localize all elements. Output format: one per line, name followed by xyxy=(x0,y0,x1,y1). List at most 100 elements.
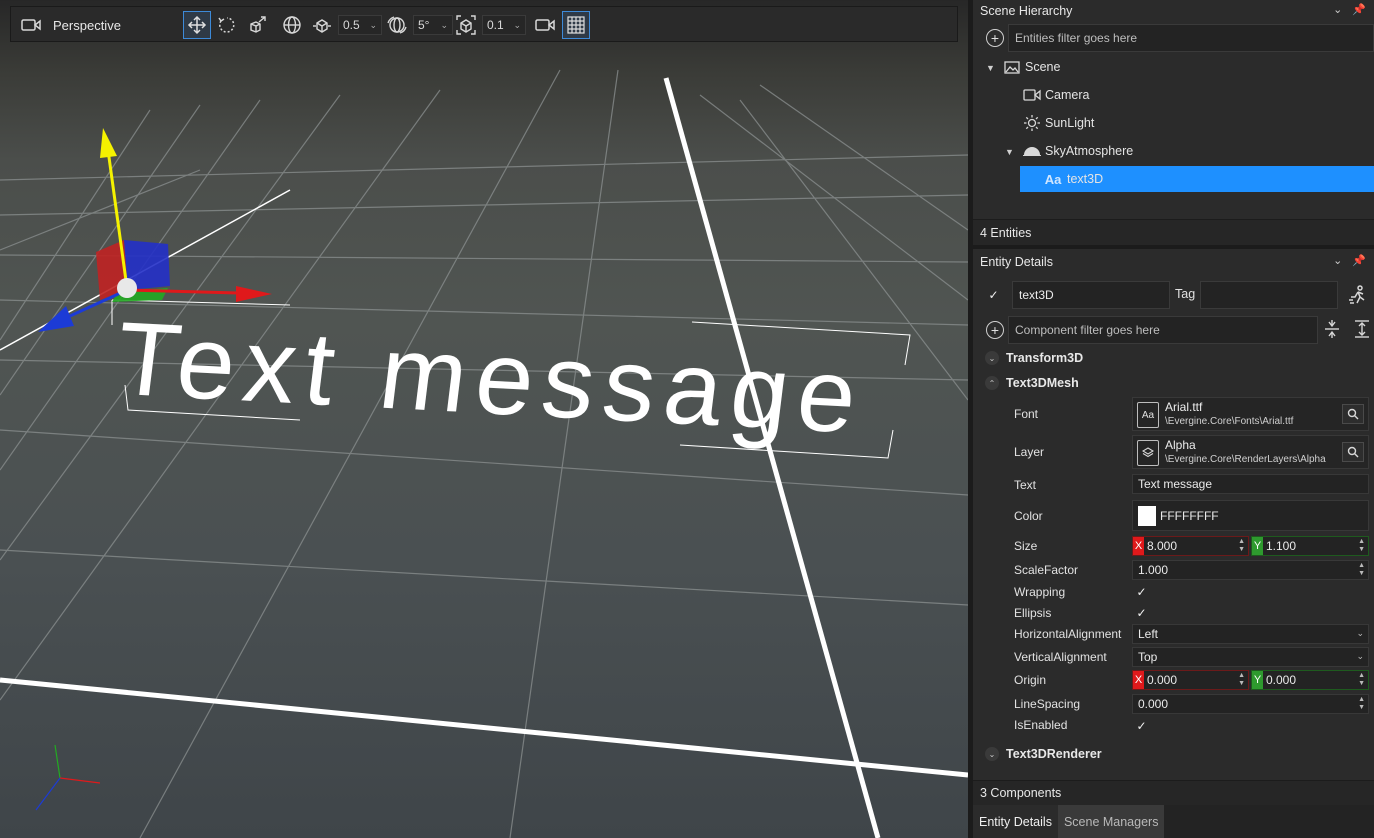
color-swatch[interactable] xyxy=(1138,505,1156,526)
add-component-button[interactable]: + xyxy=(986,321,1004,339)
x-axis-tag: X xyxy=(1133,537,1144,555)
sun-icon xyxy=(1023,115,1041,131)
scene-icon xyxy=(1003,59,1021,75)
chevron-down-icon[interactable]: ⌄ xyxy=(1333,254,1342,267)
rotate-icon[interactable] xyxy=(213,11,241,39)
expand-all-icon[interactable] xyxy=(1354,320,1370,341)
tree-item-label: Camera xyxy=(1045,88,1090,102)
tree-item-text3d[interactable]: Aa text3D xyxy=(1020,166,1374,192)
font-file-icon: Aa xyxy=(1137,402,1159,428)
chevron-down-icon[interactable]: ⌄ xyxy=(985,351,999,365)
stepper-icon[interactable]: ▲ ▼ xyxy=(1238,538,1245,554)
component-text3dmesh[interactable]: Text3DMesh xyxy=(1006,376,1079,390)
tree-item-label: SkyAtmosphere xyxy=(1045,144,1134,158)
layer-file-icon xyxy=(1137,440,1159,466)
color-value: FFFFFFFF xyxy=(1160,508,1219,523)
origin-x-value: 0.000 xyxy=(1147,673,1178,687)
tree-item-sunlight[interactable]: SunLight xyxy=(1023,110,1374,136)
caret-expanded-icon[interactable]: ▼ xyxy=(986,63,995,73)
pin-icon[interactable]: 📌 xyxy=(1352,3,1366,16)
entity-name-field[interactable]: text3D xyxy=(1012,281,1170,309)
linespacing-value: 0.000 xyxy=(1138,697,1169,711)
text-icon: Aa xyxy=(1044,171,1062,187)
valign-select[interactable]: Top ⌄ xyxy=(1132,647,1369,667)
viewport-toolbar: Perspective 0.5 ⌄ 5° ⌄ 0.1 ⌄ xyxy=(10,6,958,42)
halign-select[interactable]: Left ⌄ xyxy=(1132,624,1369,644)
camera-icon[interactable] xyxy=(19,11,43,39)
tab-entity-details[interactable]: Entity Details xyxy=(973,805,1058,838)
linespacing-field[interactable]: 0.000 ▲ ▼ xyxy=(1132,694,1369,714)
chevron-down-icon: ⌄ xyxy=(1356,628,1364,638)
scale-icon[interactable] xyxy=(243,11,271,39)
stepper-icon[interactable]: ▲ ▼ xyxy=(1238,672,1245,688)
ellipsis-checkbox[interactable]: ✓ xyxy=(1134,605,1149,620)
wrapping-label: Wrapping xyxy=(1014,585,1066,599)
origin-y-field[interactable]: Y 0.000 ▲ ▼ xyxy=(1251,670,1369,690)
color-field[interactable]: FFFFFFFF xyxy=(1132,500,1369,531)
bottom-tabs: Entity Details Scene Managers xyxy=(973,805,1374,838)
scale-snap-icon[interactable] xyxy=(452,11,480,39)
run-icon[interactable] xyxy=(1348,285,1368,308)
size-label: Size xyxy=(1014,539,1038,553)
component-text3drenderer[interactable]: Text3DRenderer xyxy=(1006,747,1102,761)
scalefactor-field[interactable]: 1.000 ▲ ▼ xyxy=(1132,560,1369,580)
font-asset-field[interactable]: Aa Arial.ttf \Evergine.Core\Fonts\Arial.… xyxy=(1132,397,1369,431)
chevron-down-icon: ⌄ xyxy=(1356,651,1364,661)
collapse-all-icon[interactable] xyxy=(1324,320,1340,341)
tag-field[interactable] xyxy=(1200,281,1338,309)
stepper-icon[interactable]: ▲ ▼ xyxy=(1358,696,1365,712)
stepper-icon[interactable]: ▲ ▼ xyxy=(1358,672,1365,688)
stepper-icon[interactable]: ▲ ▼ xyxy=(1358,562,1365,578)
linespacing-label: LineSpacing xyxy=(1014,697,1081,711)
tab-scene-managers[interactable]: Scene Managers xyxy=(1057,805,1165,838)
tree-item-scene[interactable]: Scene xyxy=(1003,54,1374,80)
size-x-field[interactable]: X 8.000 ▲ ▼ xyxy=(1132,536,1249,556)
chevron-up-icon[interactable]: ⌃ xyxy=(985,376,999,390)
panel-title: Entity Details xyxy=(980,255,1053,269)
pin-icon[interactable]: 📌 xyxy=(1352,254,1366,267)
camera-mode-label[interactable]: Perspective xyxy=(53,11,121,39)
origin-x-field[interactable]: X 0.000 ▲ ▼ xyxy=(1132,670,1249,690)
camera-settings-icon[interactable] xyxy=(531,11,559,39)
add-entity-button[interactable]: + xyxy=(986,29,1004,47)
right-panel: Scene Hierarchy ⌄ 📌 + Entities filter go… xyxy=(968,0,1374,838)
component-transform3d[interactable]: Transform3D xyxy=(1006,351,1083,365)
scene-viewport[interactable]: Text message Perspective 0.5 ⌄ 5° ⌄ 0.1 … xyxy=(0,0,968,838)
rotate-snap-select[interactable]: 5° ⌄ xyxy=(413,15,453,35)
isenabled-checkbox[interactable]: ✓ xyxy=(1134,718,1149,733)
sky-icon xyxy=(1023,143,1041,159)
caret-expanded-icon[interactable]: ▼ xyxy=(1005,147,1014,157)
layer-label: Layer xyxy=(1014,445,1045,459)
chevron-down-icon[interactable]: ⌄ xyxy=(1333,3,1342,16)
axis-orientation-indicator xyxy=(35,744,101,811)
global-local-icon[interactable] xyxy=(278,11,306,39)
tree-item-skyatmosphere[interactable]: SkyAtmosphere xyxy=(1023,138,1374,164)
layer-asset-field[interactable]: Alpha \Evergine.Core\RenderLayers\Alpha xyxy=(1132,435,1369,469)
stepper-icon[interactable]: ▲ ▼ xyxy=(1358,538,1365,554)
font-path: \Evergine.Core\Fonts\Arial.ttf xyxy=(1165,416,1294,427)
chevron-down-icon: ⌄ xyxy=(440,19,448,30)
tree-item-camera[interactable]: Camera xyxy=(1023,82,1374,108)
text-field[interactable]: Text message xyxy=(1132,474,1369,494)
search-icon[interactable] xyxy=(1342,442,1364,462)
entity-filter-input[interactable]: Entities filter goes here xyxy=(1008,24,1374,52)
tree-item-label: SunLight xyxy=(1045,116,1095,130)
search-icon[interactable] xyxy=(1342,404,1364,424)
size-y-field[interactable]: Y 1.100 ▲ ▼ xyxy=(1251,536,1369,556)
chevron-down-icon[interactable]: ⌄ xyxy=(985,747,999,761)
color-label: Color xyxy=(1014,509,1043,523)
scale-snap-select[interactable]: 0.1 ⌄ xyxy=(482,15,526,35)
grid-icon[interactable] xyxy=(562,11,590,39)
move-icon[interactable] xyxy=(183,11,211,39)
move-snap-value: 0.5 xyxy=(343,18,360,32)
entity-details-header: Entity Details ⌄ 📌 xyxy=(973,251,1374,273)
origin-label: Origin xyxy=(1014,673,1047,687)
rotate-snap-icon[interactable] xyxy=(383,11,411,39)
wrapping-checkbox[interactable]: ✓ xyxy=(1134,584,1149,599)
font-label: Font xyxy=(1014,407,1039,421)
move-snap-select[interactable]: 0.5 ⌄ xyxy=(338,15,382,35)
x-axis-tag: X xyxy=(1133,671,1144,689)
move-snap-icon[interactable] xyxy=(308,11,336,39)
entity-enabled-checkbox[interactable]: ✓ xyxy=(986,287,1001,302)
component-filter-input[interactable]: Component filter goes here xyxy=(1008,316,1318,344)
